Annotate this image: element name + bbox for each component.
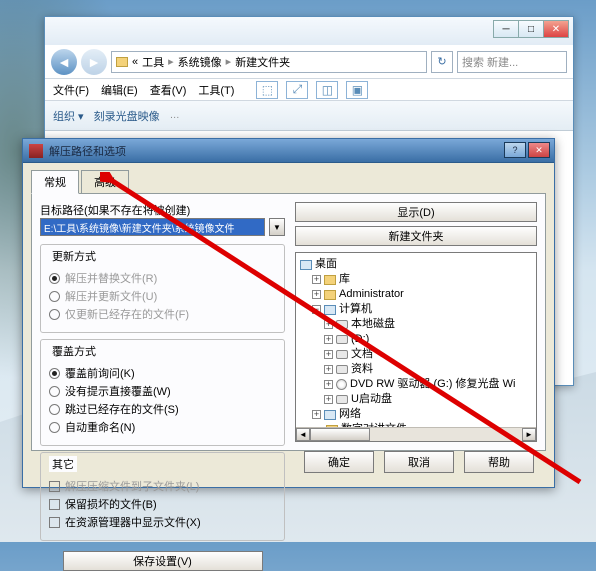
- radio-update-replace[interactable]: [49, 273, 60, 284]
- toolbar-icon[interactable]: ⬚: [256, 81, 278, 99]
- expand-icon[interactable]: +: [312, 275, 321, 284]
- explorer-titlebar: ─ □ ✕: [45, 17, 573, 45]
- expand-icon[interactable]: +: [324, 335, 333, 344]
- back-button[interactable]: ◄: [51, 49, 77, 75]
- close-button[interactable]: ✕: [543, 20, 569, 38]
- check-keep-broken[interactable]: [49, 499, 60, 510]
- expand-icon[interactable]: +: [312, 410, 321, 419]
- path-input[interactable]: E:\工具\系统镜像\新建文件夹\系统镜像文件: [40, 218, 265, 236]
- cancel-button[interactable]: 取消: [384, 451, 454, 473]
- forward-button[interactable]: ►: [81, 49, 107, 75]
- organize-dropdown[interactable]: 组织 ▾: [53, 108, 84, 124]
- dialog-help-button[interactable]: ?: [504, 142, 526, 158]
- expand-icon[interactable]: +: [324, 395, 333, 404]
- group-title: 覆盖方式: [49, 343, 99, 359]
- disc-icon: [336, 379, 347, 390]
- horizontal-scrollbar[interactable]: ◄ ►: [296, 427, 536, 441]
- radio-overwrite-skip[interactable]: [49, 404, 60, 415]
- new-folder-button[interactable]: 新建文件夹: [295, 226, 537, 246]
- expand-icon[interactable]: +: [324, 365, 333, 374]
- radio-overwrite-ask[interactable]: [49, 368, 60, 379]
- extract-dialog: 解压路径和选项 ? ✕ 常规 高级 目标路径(如果不存在将被创建) E:\工具\…: [22, 138, 555, 488]
- radio-update-update[interactable]: [49, 291, 60, 302]
- scroll-left-button[interactable]: ◄: [296, 428, 310, 441]
- radio-update-existing[interactable]: [49, 309, 60, 320]
- search-input[interactable]: 搜索 新建...: [457, 51, 567, 73]
- menu-file[interactable]: 文件(F): [53, 82, 89, 98]
- group-title: 更新方式: [49, 248, 99, 264]
- library-icon: [324, 275, 336, 285]
- expand-icon[interactable]: +: [312, 290, 321, 299]
- dialog-title: 解压路径和选项: [49, 143, 126, 159]
- update-mode-group: 更新方式 解压并替换文件(R) 解压并更新文件(U) 仅更新已经存在的文件(F): [40, 244, 285, 333]
- scroll-thumb[interactable]: [310, 428, 370, 441]
- toolbar-icon[interactable]: ◫: [316, 81, 338, 99]
- group-title: 其它: [49, 456, 77, 472]
- minimize-button[interactable]: ─: [493, 20, 519, 38]
- dialog-close-button[interactable]: ✕: [528, 142, 550, 158]
- toolbar-icon[interactable]: ▣: [346, 81, 368, 99]
- misc-group: 其它 解压压缩文件到子文件夹(L) 保留损坏的文件(B) 在资源管理器中显示文件…: [40, 452, 285, 541]
- dialog-titlebar[interactable]: 解压路径和选项 ? ✕: [23, 139, 554, 163]
- path-label: 目标路径(如果不存在将被创建): [40, 202, 285, 218]
- path-dropdown-button[interactable]: ▼: [269, 218, 285, 236]
- scroll-right-button[interactable]: ►: [522, 428, 536, 441]
- check-show-explorer[interactable]: [49, 517, 60, 528]
- toolbar-icon[interactable]: ⤢: [286, 81, 308, 99]
- burn-disc-button[interactable]: 刻录光盘映像: [94, 108, 160, 124]
- app-icon: [29, 144, 43, 158]
- drive-icon: [336, 395, 348, 404]
- tab-advanced[interactable]: 高级: [81, 170, 129, 194]
- radio-overwrite-silent[interactable]: [49, 386, 60, 397]
- breadcrumb-item[interactable]: 系统镜像: [178, 54, 222, 70]
- radio-overwrite-rename[interactable]: [49, 422, 60, 433]
- help-button[interactable]: 帮助: [464, 451, 534, 473]
- menu-view[interactable]: 查看(V): [150, 82, 187, 98]
- drive-icon: [336, 350, 348, 359]
- network-icon: [324, 410, 336, 420]
- drive-icon: [336, 365, 348, 374]
- ok-button[interactable]: 确定: [304, 451, 374, 473]
- folder-icon: [116, 57, 128, 67]
- drive-icon: [336, 320, 348, 329]
- refresh-button[interactable]: ↻: [431, 51, 453, 73]
- breadcrumb-item[interactable]: 新建文件夹: [235, 54, 290, 70]
- menu-edit[interactable]: 编辑(E): [101, 82, 138, 98]
- folder-tree[interactable]: 桌面 +库 +Administrator −计算机 +本地磁盘 +(D:) +文…: [295, 252, 537, 442]
- user-icon: [324, 290, 336, 300]
- breadcrumb-item[interactable]: 工具: [142, 54, 164, 70]
- drive-icon: [336, 335, 348, 344]
- address-bar[interactable]: « 工具 ▸ 系统镜像 ▸ 新建文件夹: [111, 51, 427, 73]
- check-subfolder[interactable]: [49, 481, 60, 492]
- save-settings-button[interactable]: 保存设置(V): [63, 551, 263, 571]
- toolbar-more: …: [170, 110, 180, 121]
- expand-icon[interactable]: +: [324, 380, 333, 389]
- expand-icon[interactable]: +: [324, 350, 333, 359]
- collapse-icon[interactable]: −: [312, 305, 321, 314]
- display-button[interactable]: 显示(D): [295, 202, 537, 222]
- expand-icon[interactable]: +: [324, 320, 333, 329]
- computer-icon: [324, 305, 336, 315]
- desktop-icon: [300, 260, 312, 270]
- overwrite-mode-group: 覆盖方式 覆盖前询问(K) 没有提示直接覆盖(W) 跳过已经存在的文件(S) 自…: [40, 339, 285, 446]
- menu-tools[interactable]: 工具(T): [198, 82, 234, 98]
- maximize-button[interactable]: □: [518, 20, 544, 38]
- tab-general[interactable]: 常规: [31, 170, 79, 194]
